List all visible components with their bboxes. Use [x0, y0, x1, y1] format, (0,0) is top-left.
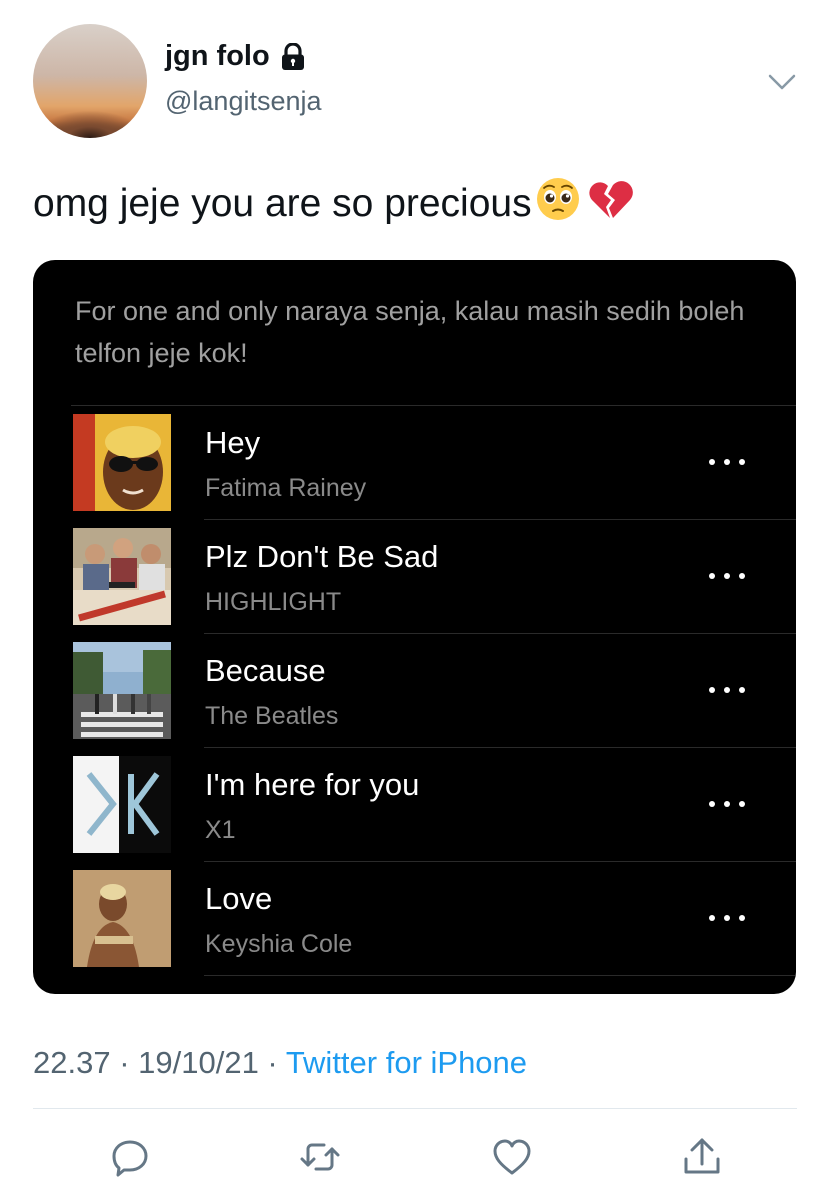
divider	[33, 1108, 797, 1109]
pleading-face-emoji	[534, 176, 584, 232]
song-artist: X1	[205, 816, 236, 844]
row-divider	[204, 861, 796, 862]
song-title: Because	[205, 653, 326, 688]
playlist-description: For one and only naraya senja, kalau mas…	[75, 296, 745, 368]
song-title: I'm here for you	[205, 767, 420, 802]
user-handle[interactable]: @langitsenja	[165, 86, 322, 117]
reply-icon[interactable]	[108, 1135, 152, 1179]
row-divider	[204, 519, 796, 520]
song-list: Hey Fatima Rainey Plz Don't Be Sad HIGHL…	[33, 405, 796, 976]
tweet-source[interactable]: Twitter for iPhone	[286, 1045, 527, 1080]
broken-heart-emoji	[586, 176, 636, 232]
tweet-date[interactable]: 19/10/21	[138, 1045, 259, 1080]
display-name[interactable]: jgn folo	[165, 40, 270, 73]
chevron-down-icon[interactable]	[764, 64, 800, 100]
song-title: Hey	[205, 425, 261, 460]
row-divider	[204, 633, 796, 634]
tweet-time[interactable]: 22.37	[33, 1045, 111, 1080]
song-row[interactable]: Plz Don't Be Sad HIGHLIGHT	[33, 519, 796, 633]
playlist-card[interactable]: For one and only naraya senja, kalau mas…	[33, 260, 796, 994]
row-divider	[71, 405, 796, 406]
lock-icon	[280, 42, 306, 71]
song-artist: HIGHLIGHT	[205, 588, 342, 616]
row-divider	[204, 975, 796, 976]
album-art-because	[73, 642, 171, 739]
album-art-im-here-for-you	[73, 756, 171, 853]
song-row[interactable]: Love Keyshia Cole	[33, 861, 796, 975]
tweet-meta: 22.37 · 19/10/21 · Twitter for iPhone	[33, 1045, 527, 1081]
song-title: Plz Don't Be Sad	[205, 539, 439, 574]
song-artist: Keyshia Cole	[205, 930, 353, 958]
tweet-text-row: omg jeje you are so precious	[33, 176, 636, 232]
song-artist: Fatima Rainey	[205, 474, 367, 502]
retweet-icon[interactable]	[298, 1135, 342, 1179]
song-row[interactable]: Because The Beatles	[33, 633, 796, 747]
meta-separator: ·	[110, 1045, 139, 1080]
user-name-row: jgn folo	[165, 40, 306, 73]
tweet-text: omg jeje you are so precious	[33, 182, 532, 225]
avatar[interactable]	[33, 24, 147, 138]
song-row[interactable]: Hey Fatima Rainey	[33, 405, 796, 519]
share-icon[interactable]	[680, 1135, 724, 1179]
album-art-hey	[73, 414, 171, 511]
more-options-icon[interactable]	[709, 908, 745, 928]
more-options-icon[interactable]	[709, 452, 745, 472]
action-bar	[0, 1135, 830, 1185]
row-divider	[204, 747, 796, 748]
more-options-icon[interactable]	[709, 566, 745, 586]
song-row[interactable]: I'm here for you X1	[33, 747, 796, 861]
like-icon[interactable]	[490, 1135, 534, 1179]
song-artist: The Beatles	[205, 702, 339, 730]
album-art-love	[73, 870, 171, 967]
more-options-icon[interactable]	[709, 680, 745, 700]
album-art-plz-dont-be-sad	[73, 528, 171, 625]
song-title: Love	[205, 881, 273, 916]
more-options-icon[interactable]	[709, 794, 745, 814]
meta-separator: ·	[258, 1045, 286, 1080]
